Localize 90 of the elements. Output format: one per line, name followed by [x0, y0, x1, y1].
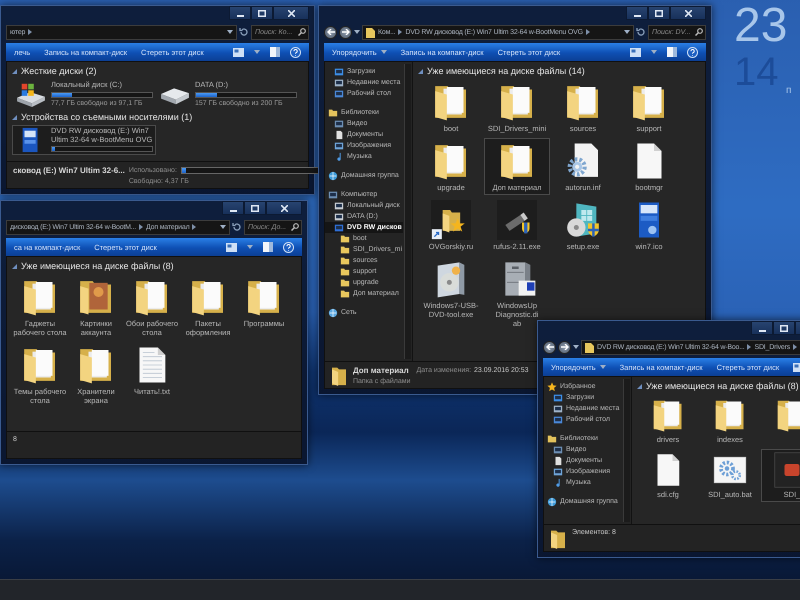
maximize-icon	[780, 324, 788, 332]
refresh-icon[interactable]	[232, 222, 242, 232]
close-button[interactable]	[273, 6, 309, 20]
usb-drive-icon	[497, 200, 537, 240]
collapse-arrow-icon[interactable]	[418, 68, 423, 74]
group-title: Устройства со съемными носителями (1)	[21, 112, 192, 122]
library-icon	[328, 108, 338, 118]
view-options-icon[interactable]	[226, 242, 237, 252]
collapse-arrow-icon[interactable]	[12, 114, 17, 120]
group-title: Уже имеющиеся на диске файлы (8)	[646, 381, 799, 391]
close-button[interactable]	[670, 6, 706, 20]
back-arrow-icon	[546, 344, 554, 350]
folder-icon	[331, 364, 347, 386]
chevron-icon	[793, 344, 797, 350]
help-icon[interactable]	[283, 242, 294, 252]
maximize-icon	[251, 204, 259, 212]
forward-arrow-icon	[560, 344, 568, 350]
close-icon	[280, 204, 288, 212]
search-icon	[291, 223, 299, 231]
caret-icon	[380, 50, 387, 54]
refresh-icon[interactable]	[636, 27, 646, 37]
close-button[interactable]	[266, 201, 302, 215]
item-title: Доп материал	[353, 366, 410, 374]
dropdown-caret-icon	[220, 225, 226, 229]
drive-title: сковод (E:) Win7 Ultim 32-6...	[13, 166, 125, 174]
group-title: Уже имеющиеся на диске файлы (8)	[21, 261, 174, 271]
group-title: Уже имеющиеся на диске файлы (14)	[427, 66, 585, 76]
globe-icon	[328, 170, 338, 180]
close-icon	[288, 10, 294, 16]
help-icon[interactable]	[687, 46, 698, 58]
minimize-button[interactable]	[626, 6, 648, 20]
back-button[interactable]	[324, 26, 337, 38]
maximize-button[interactable]	[251, 6, 273, 20]
view-caret-icon	[651, 50, 657, 54]
view-caret-icon	[247, 245, 253, 249]
chevron-icon	[192, 224, 196, 230]
chevron-icon	[747, 344, 752, 350]
collapse-arrow-icon[interactable]	[12, 264, 17, 268]
maximize-icon	[258, 10, 266, 16]
app-icon	[774, 452, 800, 488]
refresh-icon[interactable]	[239, 27, 249, 37]
group-title: Жесткие диски (2)	[21, 66, 97, 76]
caret-icon	[600, 365, 606, 369]
minimize-button[interactable]	[222, 201, 244, 215]
chevron-icon	[398, 29, 402, 35]
chevron-icon	[28, 29, 32, 35]
forward-button[interactable]	[558, 340, 571, 354]
star-icon	[547, 382, 557, 392]
chevron-icon	[139, 224, 144, 230]
location-icon	[366, 26, 375, 38]
collapse-arrow-icon[interactable]	[637, 384, 642, 388]
document-icon	[553, 456, 563, 466]
help-icon[interactable]	[290, 46, 301, 58]
back-arrow-icon	[326, 29, 334, 35]
back-button[interactable]	[543, 340, 556, 354]
collapse-arrow-icon[interactable]	[12, 68, 17, 74]
scrollbar[interactable]	[623, 379, 630, 522]
clock-hours: 23	[734, 2, 788, 50]
library-icon	[547, 434, 557, 444]
history-caret-icon	[354, 30, 360, 34]
scrollbar[interactable]	[404, 64, 411, 359]
forward-arrow-icon	[342, 29, 350, 35]
search-icon	[695, 28, 703, 36]
history-caret-icon	[573, 345, 579, 349]
maximize-button[interactable]	[244, 201, 266, 215]
desktop-icon	[334, 88, 344, 98]
computer-icon	[328, 190, 338, 200]
chevron-icon	[586, 29, 590, 35]
search-icon	[298, 28, 306, 36]
view-caret-icon	[254, 50, 260, 54]
network-globe-icon	[328, 308, 338, 318]
folder-icon	[550, 528, 566, 548]
disc-drive-icon	[334, 222, 344, 232]
view-options-icon[interactable]	[233, 48, 244, 56]
forward-button[interactable]	[339, 26, 352, 38]
maximize-button[interactable]	[648, 6, 670, 20]
globe-icon	[547, 496, 557, 506]
view-options-icon[interactable]	[630, 48, 641, 56]
minimize-button[interactable]	[751, 321, 773, 335]
minimize-button[interactable]	[229, 6, 251, 20]
desktop-icon	[553, 414, 563, 424]
maximize-button[interactable]	[773, 321, 795, 335]
close-icon	[684, 10, 692, 16]
clock-label: п	[786, 86, 792, 96]
windows-drive-icon	[15, 81, 47, 107]
document-icon	[334, 130, 344, 140]
location-icon	[585, 342, 594, 352]
dropdown-caret-icon	[227, 30, 233, 34]
dropdown-caret-icon	[624, 30, 630, 34]
maximize-icon	[655, 10, 663, 16]
